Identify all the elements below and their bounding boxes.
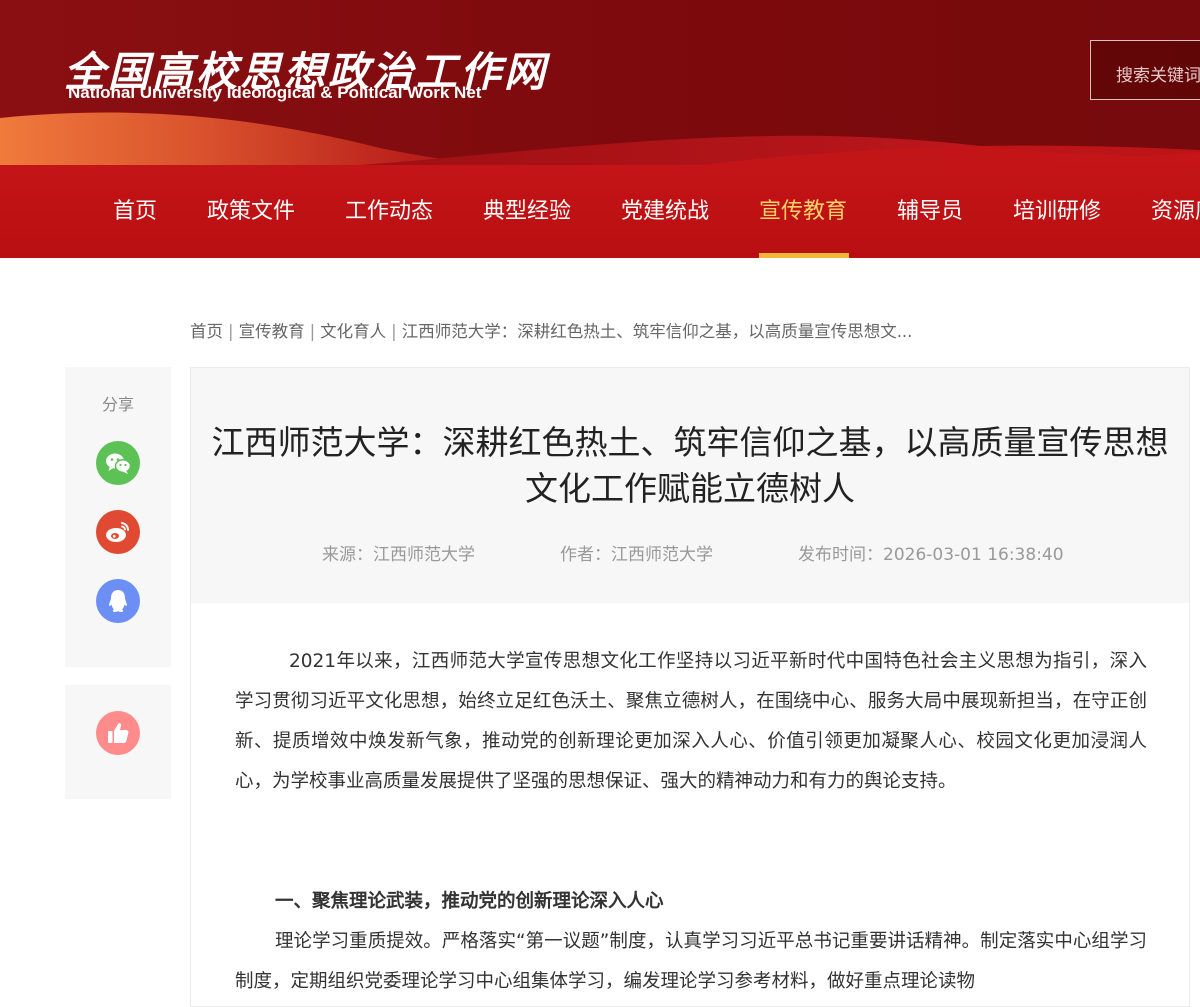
nav-item-party[interactable]: 党建统战 — [621, 165, 709, 258]
main-nav: 首页 政策文件 工作动态 典型经验 党建统战 宣传教育 辅导员 培训研修 资源库 — [0, 165, 1200, 258]
like-button[interactable] — [96, 711, 140, 755]
breadcrumb-culture[interactable]: 文化育人 — [320, 322, 386, 341]
breadcrumb: 首页 | 宣传教育 | 文化育人 | 江西师范大学：深耕红色热土、筑牢信仰之基，以高质量宣传… — [190, 318, 912, 342]
breadcrumb-separator: | — [228, 322, 234, 341]
breadcrumb-separator: | — [391, 322, 397, 341]
search-input[interactable]: 搜索关键词 — [1090, 40, 1200, 100]
article-container: 江西师范大学：深耕红色热土、筑牢信仰之基，以高质量宣传思想文化工作赋能立德树人 … — [190, 367, 1190, 1007]
weibo-icon — [106, 522, 130, 542]
nav-item-news[interactable]: 工作动态 — [345, 165, 433, 258]
nav-item-cases[interactable]: 典型经验 — [483, 165, 571, 258]
breadcrumb-publicity[interactable]: 宣传教育 — [239, 322, 305, 341]
qq-icon — [109, 590, 127, 612]
thumbs-up-icon — [108, 723, 129, 743]
like-panel — [65, 685, 171, 799]
breadcrumb-separator: | — [309, 322, 316, 341]
article-title: 江西师范大学：深耕红色热土、筑牢信仰之基，以高质量宣传思想文化工作赋能立德树人 — [211, 423, 1169, 508]
nav-item-home[interactable]: 首页 — [113, 165, 157, 258]
article-source: 来源：江西师范大学 — [322, 545, 475, 565]
article-header: 江西师范大学：深耕红色热土、筑牢信仰之基，以高质量宣传思想文化工作赋能立德树人 … — [191, 368, 1189, 603]
breadcrumb-home[interactable]: 首页 — [190, 322, 223, 341]
breadcrumb-current: 江西师范大学：深耕红色热土、筑牢信仰之基，以高质量宣传思想文... — [401, 322, 913, 341]
article-paragraph: 2021年以来，江西师范大学宣传思想文化工作坚持以习近平新时代中国特色社会主义思… — [235, 651, 1147, 792]
share-title: 分享 — [101, 395, 134, 414]
article-paragraph: 理论学习重质提效。严格落实“第一议题”制度，认真学习习近平总书记重要讲话精神。制… — [235, 931, 1147, 992]
nav-item-counselor[interactable]: 辅导员 — [897, 165, 963, 258]
nav-active-indicator — [759, 253, 849, 258]
site-logo-en[interactable]: National University Ideological & Politi… — [68, 83, 481, 103]
wechat-icon — [106, 453, 132, 474]
article-publish-time: 发布时间：2026-03-01 16:38:40 — [798, 545, 1064, 565]
article-author: 作者：江西师范大学 — [560, 545, 713, 565]
site-header: 全国高校思想政治工作网 National University Ideologi… — [0, 0, 1200, 165]
share-wechat-button[interactable] — [96, 441, 140, 485]
share-weibo-button[interactable] — [96, 510, 140, 554]
share-panel: 分享 — [65, 367, 171, 667]
article-section-heading: 一、聚焦理论武装，推动党的创新理论深入人心 — [275, 891, 664, 912]
nav-item-publicity[interactable]: 宣传教育 — [759, 165, 847, 258]
nav-item-training[interactable]: 培训研修 — [1013, 165, 1101, 258]
nav-item-resources[interactable]: 资源库 — [1151, 165, 1200, 258]
share-qq-button[interactable] — [96, 579, 140, 623]
nav-item-policy[interactable]: 政策文件 — [207, 165, 295, 258]
